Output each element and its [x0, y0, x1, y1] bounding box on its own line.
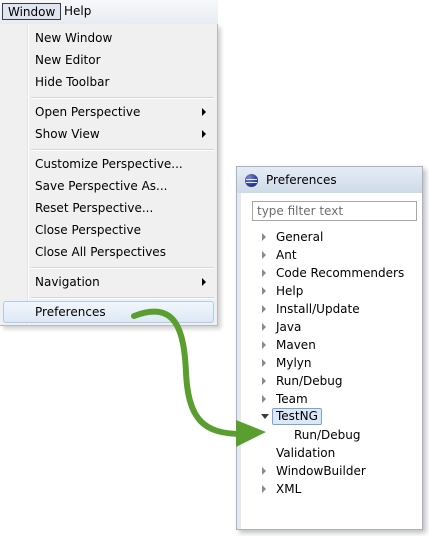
- menu-item-close-all-perspectives[interactable]: Close All Perspectives: [3, 241, 214, 263]
- menu-help[interactable]: Help: [59, 3, 96, 20]
- collapse-arrow-icon[interactable]: [261, 414, 269, 419]
- tree-item-label: Run/Debug: [276, 374, 343, 388]
- tree-item-label: Java: [276, 320, 302, 334]
- expand-arrow-icon[interactable]: [262, 377, 266, 385]
- menu-item-close-perspective[interactable]: Close Perspective: [3, 219, 214, 241]
- tree-item-label: XML: [276, 482, 302, 496]
- expand-arrow-icon[interactable]: [262, 269, 266, 277]
- menu-separator: [31, 149, 214, 151]
- menu-item-label: Show View: [35, 127, 100, 141]
- menu-item-label: Open Perspective: [35, 105, 141, 119]
- eclipse-icon: [245, 174, 258, 187]
- window-menu-dropdown: New Window New Editor Hide Toolbar Open …: [0, 24, 218, 326]
- tree-item-label: Mylyn: [276, 356, 312, 370]
- tree-item-label: Help: [276, 284, 304, 298]
- submenu-arrow-icon: [202, 108, 206, 116]
- submenu-arrow-icon: [202, 278, 206, 286]
- menu-item-hide-toolbar[interactable]: Hide Toolbar: [3, 71, 214, 93]
- menu-separator: [31, 297, 214, 299]
- tree-item-label: Team: [276, 392, 308, 406]
- expand-arrow-icon[interactable]: [262, 251, 266, 259]
- expand-arrow-icon[interactable]: [262, 341, 266, 349]
- expand-arrow-icon[interactable]: [262, 233, 266, 241]
- menu-separator: [31, 97, 214, 99]
- arrow-shaft: [131, 308, 245, 437]
- tree-item-label: Run/Debug: [294, 428, 361, 442]
- tree-item-label-selected: TestNG: [272, 408, 322, 425]
- menu-window[interactable]: Window: [2, 3, 62, 20]
- submenu-arrow-icon: [202, 130, 206, 138]
- expand-arrow-icon[interactable]: [262, 287, 266, 295]
- tree-item-label: Code Recommenders: [276, 266, 405, 280]
- expand-arrow-icon[interactable]: [262, 305, 266, 313]
- menu-item-open-perspective[interactable]: Open Perspective: [3, 101, 214, 123]
- dialog-border: [237, 193, 241, 529]
- tree-item-label: WindowBuilder: [276, 464, 366, 478]
- tree-item-label: Validation: [276, 446, 336, 460]
- dialog-title: Preferences: [266, 173, 337, 187]
- tree-item-label: General: [276, 230, 324, 244]
- menu-separator: [31, 267, 214, 269]
- expand-arrow-icon[interactable]: [262, 395, 266, 403]
- expand-arrow-icon[interactable]: [262, 323, 266, 331]
- menu-bar: Window Help: [0, 0, 218, 25]
- dialog-titlebar[interactable]: Preferences: [237, 167, 422, 193]
- expand-arrow-icon[interactable]: [262, 359, 266, 367]
- preferences-dialog: Preferences General Ant Code Recommender…: [236, 166, 423, 530]
- menu-item-new-window[interactable]: New Window: [3, 27, 214, 49]
- menu-item-navigation[interactable]: Navigation: [3, 271, 214, 293]
- expand-arrow-icon[interactable]: [262, 485, 266, 493]
- menu-item-customize-perspective[interactable]: Customize Perspective...: [3, 153, 214, 175]
- menu-item-label: Navigation: [35, 275, 100, 289]
- filter-input[interactable]: [252, 201, 417, 221]
- tree-item-label: Maven: [276, 338, 316, 352]
- menu-item-new-editor[interactable]: New Editor: [3, 49, 214, 71]
- menu-item-show-view[interactable]: Show View: [3, 123, 214, 145]
- menu-item-save-perspective-as[interactable]: Save Perspective As...: [3, 175, 214, 197]
- menu-item-preferences[interactable]: Preferences: [3, 301, 214, 323]
- menu-item-reset-perspective[interactable]: Reset Perspective...: [3, 197, 214, 219]
- expand-arrow-icon[interactable]: [262, 467, 266, 475]
- tree-item-label: Install/Update: [276, 302, 360, 316]
- tree-item-label: Ant: [276, 248, 297, 262]
